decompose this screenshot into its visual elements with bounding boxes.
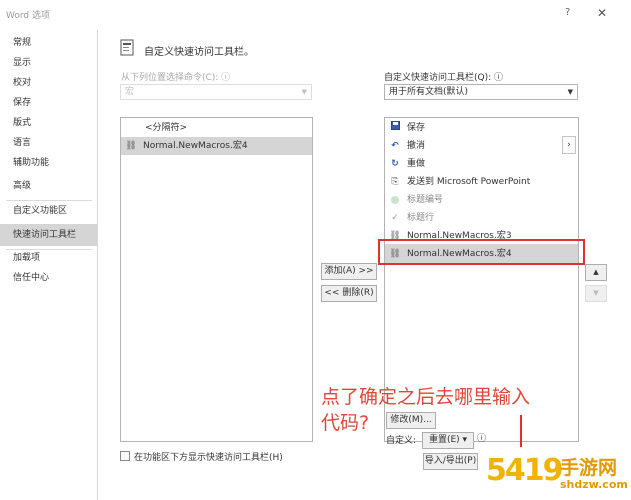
watermark-number: 5419 xyxy=(486,453,563,488)
annotation-line-2: 代码? xyxy=(321,412,370,434)
choose-commands-value: 宏 xyxy=(125,87,135,97)
list-item-label: 重做 xyxy=(407,159,426,169)
reset-button[interactable]: 重置(E) ▾ xyxy=(422,432,474,449)
help-icon[interactable]: ? xyxy=(565,7,570,18)
annotation-line-1: 点了确定之后去哪里输入 xyxy=(321,386,531,408)
watermark: 5419 手游网 shdzw.com xyxy=(480,447,631,500)
sidebar-item-quick-access-toolbar[interactable]: 快速访问工具栏 xyxy=(0,224,97,246)
sidebar-item-customize-ribbon[interactable]: 自定义功能区 xyxy=(0,201,97,221)
macro-icon: ⛓ xyxy=(125,141,137,151)
list-item-label: 撤消 xyxy=(407,141,426,151)
list-item-label: 标题编号 xyxy=(407,195,444,205)
move-up-button[interactable]: ▲ xyxy=(585,264,607,281)
remove-button[interactable]: << 删除(R) xyxy=(321,285,377,302)
list-item[interactable]: 标题编号 xyxy=(385,191,560,209)
choose-commands-label: 从下列位置选择命令(C): ⓘ xyxy=(121,70,230,83)
sidebar-item-trust-center[interactable]: 信任中心 xyxy=(0,268,97,288)
list-item[interactable]: ⛓ Normal.NewMacros.宏4 xyxy=(121,137,312,155)
chevron-down-icon: ▼ xyxy=(567,88,573,96)
show-below-ribbon-checkbox[interactable] xyxy=(120,451,130,461)
page-title: 自定义快速访问工具栏。 xyxy=(144,47,254,58)
watermark-url: shdzw.com xyxy=(560,478,628,491)
sidebar-item-advanced[interactable]: 高级 xyxy=(0,176,97,196)
save-icon xyxy=(388,119,402,137)
title-bar: Word 选项 ? ✕ xyxy=(0,0,631,30)
circle-icon xyxy=(388,191,402,209)
info-icon: ⓘ xyxy=(477,434,487,444)
sidebar-item-addins[interactable]: 加载项 xyxy=(0,248,97,268)
list-item-label: 标题行 xyxy=(407,213,435,223)
highlight-box xyxy=(378,239,585,265)
window-title: Word 选项 xyxy=(6,11,50,21)
list-item[interactable]: 保存 xyxy=(385,119,560,137)
modify-button[interactable]: 修改(M)... xyxy=(386,412,436,429)
customize-toolbar-label: 自定义快速访问工具栏(Q): ⓘ xyxy=(384,70,503,83)
watermark-text: 手游网 xyxy=(560,457,618,479)
sidebar-item-display[interactable]: 显示 xyxy=(0,53,97,73)
list-item[interactable]: ↻ 重做 xyxy=(385,155,560,173)
sidebar-item-save[interactable]: 保存 xyxy=(0,93,97,113)
list-item[interactable]: <分隔符> xyxy=(121,119,312,137)
close-icon[interactable]: ✕ xyxy=(597,6,607,20)
expand-chevron-icon[interactable]: › xyxy=(562,136,576,154)
sidebar: 常规 显示 校对 保存 版式 语言 辅助功能 高级 自定义功能区 快速访问工具栏… xyxy=(0,30,98,500)
sidebar-item-proofing[interactable]: 校对 xyxy=(0,73,97,93)
commands-list[interactable]: <分隔符> ⛓ Normal.NewMacros.宏4 xyxy=(120,117,313,442)
send-icon: ⎘ xyxy=(391,177,399,187)
choose-commands-label-text: 从下列位置选择命令(C): xyxy=(121,73,219,83)
list-item-label: Normal.NewMacros.宏4 xyxy=(143,141,248,151)
check-icon: ✓ xyxy=(391,213,399,223)
list-item[interactable]: ✓ 标题行 xyxy=(385,209,560,227)
choose-commands-dropdown[interactable]: 宏 ▼ xyxy=(120,84,312,100)
move-down-button[interactable]: ▼ xyxy=(585,285,607,302)
import-export-button[interactable]: 导入/导出(P) xyxy=(423,453,478,470)
info-icon: ⓘ xyxy=(494,73,504,83)
show-below-ribbon-label: 在功能区下方显示快速访问工具栏(H) xyxy=(134,453,283,463)
list-item[interactable]: ↶ 撤消 xyxy=(385,137,560,155)
customize-toolbar-value: 用于所有文档(默认) xyxy=(389,87,469,97)
chevron-down-icon: ▼ xyxy=(301,88,307,96)
list-item-label: 保存 xyxy=(407,123,426,133)
customize-toolbar-label-text: 自定义快速访问工具栏(Q): xyxy=(384,73,492,83)
sidebar-item-general[interactable]: 常规 xyxy=(0,33,97,53)
sidebar-item-accessibility[interactable]: 辅助功能 xyxy=(0,153,97,173)
undo-icon: ↶ xyxy=(391,141,399,151)
sidebar-item-layout[interactable]: 版式 xyxy=(0,113,97,133)
sidebar-item-language[interactable]: 语言 xyxy=(0,133,97,153)
info-icon: ⓘ xyxy=(221,73,231,83)
toolbar-icon xyxy=(119,38,137,58)
customize-toolbar-dropdown[interactable]: 用于所有文档(默认) ▼ xyxy=(384,84,578,100)
customizations-label: 自定义: xyxy=(386,436,417,446)
list-item[interactable]: ⎘ 发送到 Microsoft PowerPoint xyxy=(385,173,560,191)
list-item-label: 发送到 Microsoft PowerPoint xyxy=(407,177,531,187)
add-button[interactable]: 添加(A) >> xyxy=(321,263,377,280)
redo-icon: ↻ xyxy=(391,159,399,169)
